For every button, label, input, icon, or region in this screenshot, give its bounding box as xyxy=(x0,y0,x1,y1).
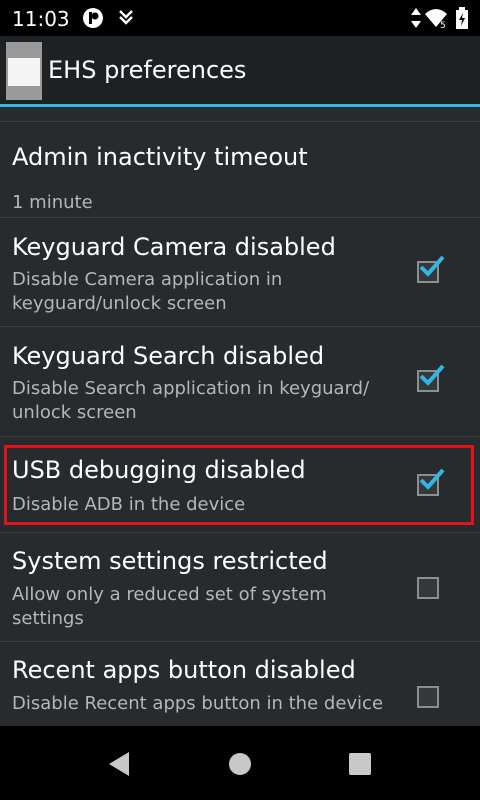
recent-apps-icon[interactable] xyxy=(349,753,371,779)
keyguard-search-checkbox[interactable] xyxy=(417,364,445,392)
wifi-icon: 5 xyxy=(424,7,448,33)
preference-keyguard-camera-disabled[interactable]: Keyguard Camera disabled Disable Camera … xyxy=(0,217,480,326)
usb-debugging-checkbox[interactable] xyxy=(417,468,445,496)
preference-summary: Disable ADB in the device xyxy=(12,494,246,515)
svg-text:5: 5 xyxy=(440,21,446,29)
preference-summary: Disable Camera application in keyguard/u… xyxy=(12,269,283,314)
app-logo-icon xyxy=(6,42,42,100)
download-icon xyxy=(117,7,135,33)
keyguard-camera-checkbox[interactable] xyxy=(417,255,445,283)
preference-recent-apps-button-disabled[interactable]: Recent apps button disabled Disable Rece… xyxy=(0,641,480,726)
notification-app-icon xyxy=(82,7,104,33)
home-icon[interactable] xyxy=(228,752,252,780)
preference-admin-inactivity-timeout[interactable]: Admin inactivity timeout 1 minute xyxy=(0,121,480,217)
preference-title: System settings restricted xyxy=(12,547,328,575)
preference-title: Keyguard Camera disabled xyxy=(12,233,336,261)
checkmark-icon xyxy=(419,255,445,277)
status-time: 11:03 xyxy=(12,7,70,31)
preference-title: Keyguard Search disabled xyxy=(12,342,325,370)
data-transfer-icon xyxy=(410,7,422,33)
preference-title: Recent apps button disabled xyxy=(12,656,356,684)
battery-charging-icon xyxy=(455,7,469,33)
preference-usb-debugging-disabled[interactable]: USB debugging disabled Disable ADB in th… xyxy=(0,436,480,533)
status-bar: 11:03 5 xyxy=(0,0,480,36)
preferences-list[interactable]: Admin inactivity timeout 1 minute Keygua… xyxy=(0,107,480,726)
checkmark-icon xyxy=(419,364,445,386)
action-bar: EHS preferences xyxy=(0,36,480,104)
page-title: EHS preferences xyxy=(48,56,247,84)
preference-summary: Disable Search application in keyguard/ … xyxy=(12,378,370,423)
recent-apps-checkbox[interactable] xyxy=(417,686,439,708)
preference-keyguard-search-disabled[interactable]: Keyguard Search disabled Disable Search … xyxy=(0,326,480,436)
checkmark-icon xyxy=(419,468,445,490)
preference-title: Admin inactivity timeout xyxy=(12,143,308,171)
back-icon[interactable] xyxy=(107,751,131,781)
preference-summary: Disable Recent apps button in the device xyxy=(12,693,384,714)
preference-system-settings-restricted[interactable]: System settings restricted Allow only a … xyxy=(0,532,480,641)
navigation-bar xyxy=(0,726,480,800)
system-settings-checkbox[interactable] xyxy=(417,577,439,599)
preference-summary: Allow only a reduced set of system setti… xyxy=(12,584,327,629)
preference-summary: 1 minute xyxy=(12,192,93,213)
preference-title: USB debugging disabled xyxy=(12,456,306,484)
